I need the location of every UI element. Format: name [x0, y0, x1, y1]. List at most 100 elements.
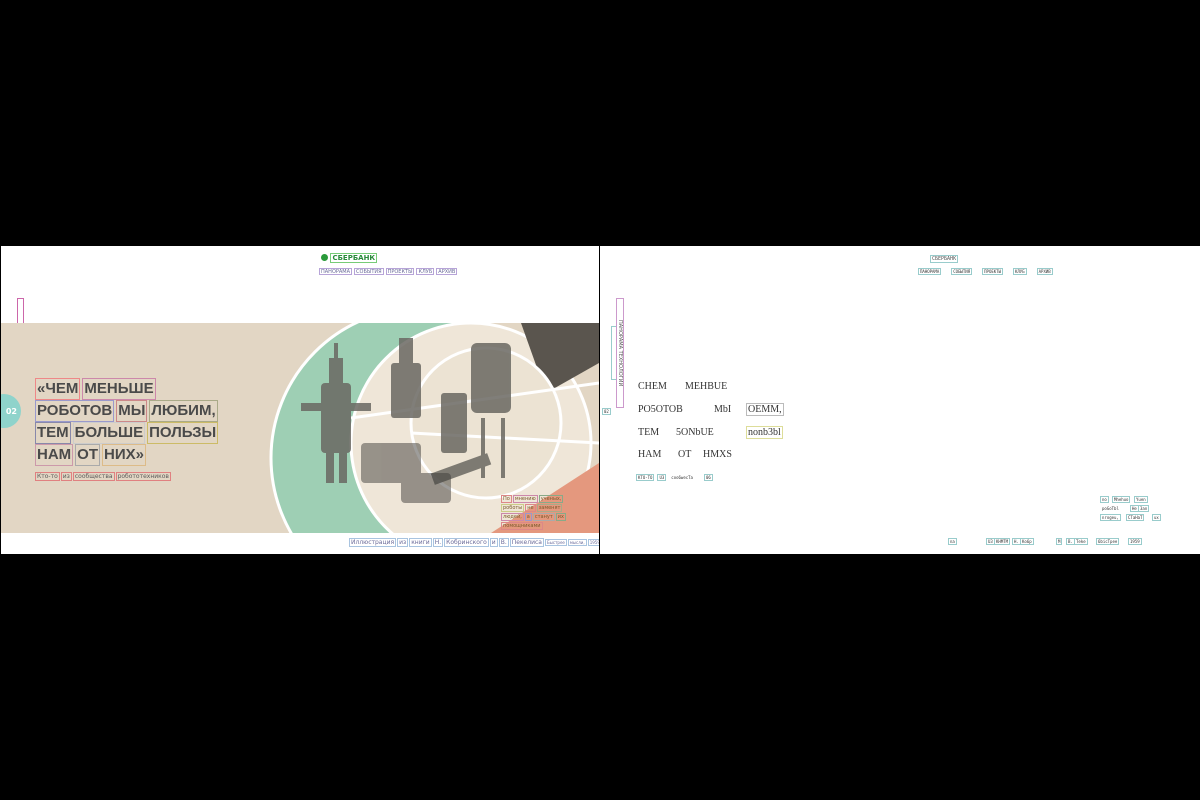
headline-word: МЫ [116, 400, 148, 422]
footer-word: 6bicTpee [1096, 538, 1120, 545]
nav-link[interactable]: СОБЫТИЯ [951, 268, 973, 275]
footer-word: и [489, 538, 498, 547]
nav-link[interactable]: КЛУБ [416, 268, 435, 275]
footer: na U3 KHMTM H. Ko6p M B. Teke 6bicTpee 1… [948, 538, 1148, 546]
subtitle-word: coo6wecTa [669, 474, 695, 481]
caption-word: станут [532, 513, 555, 521]
caption-word: заменят [536, 504, 563, 512]
headline-word: MEHBUE [683, 380, 730, 393]
brand-name[interactable]: СБЕРБАНК [930, 255, 959, 263]
subtitle-word: U3 [657, 474, 667, 481]
subtitle-word: 06 [703, 474, 713, 481]
caption-word: CTaHaT [1126, 514, 1145, 521]
page-number: 02 [5, 406, 17, 416]
caption-word: По [501, 495, 512, 503]
footer-word: Teke [1074, 538, 1088, 545]
caption-word: роботы [501, 504, 525, 512]
right-page: СБЕРБАНК ПАНОРАМА СОБЫТИЯ ПРОЕКТЫ КЛУБ А… [600, 246, 1200, 554]
headline-word: OEMM, [746, 403, 784, 416]
nav-link[interactable]: СОБЫТИЯ [354, 268, 384, 275]
footer-caption: Иллюстрация из книги Н. Кобринского и В. Пекели… [349, 538, 599, 547]
footer-word: книги [409, 538, 432, 547]
caption-word: Yuen [1134, 496, 1148, 503]
subtitle-word: сообщества [72, 472, 115, 481]
footer-word: Пекелиса [509, 538, 544, 547]
headline-word: TEM [636, 426, 662, 439]
caption-word: Mhehuo [1112, 496, 1131, 503]
headline-word: МЕНЬШЕ [82, 378, 156, 400]
caption-word: ux [1152, 514, 1161, 521]
headline-word: НАМ [35, 444, 74, 466]
footer-word: Ko6p [1020, 538, 1034, 545]
footer-word: 1959 [1128, 538, 1142, 545]
headline-word: РОБОТОВ [35, 400, 115, 422]
headline-line: ТЕМ БОЛЬШЕ ПОЛЬЗЫ [35, 422, 220, 444]
headline-word: «ЧЕМ [35, 378, 81, 400]
side-label: ПАНОРАМА ТЕХНОЛОГИИ [616, 298, 624, 408]
subtitle-word: Кто-то [35, 472, 60, 481]
caption: no Mhehuo Yuen poGoTbl He 3an nrogeu, CT… [1100, 496, 1170, 522]
brand-logo[interactable]: СБЕРБАНК [321, 253, 378, 263]
headline-word: PO5OTOB [636, 403, 685, 416]
headline-word: БОЛЬШЕ [72, 422, 146, 444]
top-nav: ПАНОРАМА СОБЫТИЯ ПРОЕКТЫ КЛУБ АРХИВ [918, 268, 1053, 275]
illustration-caption: По мнению ученых, роботы не заменят людей, а с… [501, 495, 567, 531]
headline-word: ОТ [75, 444, 101, 466]
footer-word: Кобринского [444, 538, 489, 547]
headline-word: MbI [712, 403, 734, 416]
headline-word: CHEM [636, 380, 669, 393]
subtitle: KTO-TO U3 coo6wecTa 06 [636, 474, 713, 481]
footer-word: Н. [432, 538, 444, 547]
headline-line: НАМ ОТ НИХ» [35, 444, 220, 466]
caption-word: людей, [501, 513, 524, 521]
illustration: «ЧЕМ МЕНЬШЕ РОБОТОВ МЫ ЛЮБИМ, ТЕМ БОЛЬШЕ ПОЛЬ… [1, 323, 599, 533]
caption-word: помощниками [501, 522, 543, 530]
caption-word: не [525, 504, 536, 512]
footer-word: Иллюстрация [349, 538, 397, 547]
nav-link[interactable]: ПРОЕКТЫ [982, 268, 1003, 275]
subtitle-word: робототехников [115, 472, 171, 481]
headline-word: ЛЮБИМ, [149, 400, 218, 422]
footer-word: мысли, [567, 539, 587, 546]
headline-word: НИХ» [102, 444, 146, 466]
headline-word: HMXS [701, 448, 734, 461]
headline-word: OT [676, 448, 694, 461]
headline-word: ТЕМ [35, 422, 71, 444]
nav-link[interactable]: АРХИВ [1036, 268, 1053, 275]
headline-word: HAM [636, 448, 664, 461]
caption-word: их [555, 513, 566, 521]
caption-word: no [1100, 496, 1109, 503]
top-nav: ПАНОРАМА СОБЫТИЯ ПРОЕКТЫ КЛУБ АРХИВ [319, 268, 458, 275]
page-number: 02 [602, 408, 611, 415]
nav-link[interactable]: КЛУБ [1012, 268, 1027, 275]
subtitle-word: из [60, 472, 72, 481]
headline-word: ПОЛЬЗЫ [147, 422, 219, 444]
subtitle: Кто-то из сообщества робототехников [35, 472, 220, 481]
headline-word: nonb3bl [746, 426, 783, 439]
left-page: СБЕРБАНК ПАНОРАМА СОБЫТИЯ ПРОЕКТЫ КЛУБ А… [1, 246, 599, 554]
headline-line: «ЧЕМ МЕНЬШЕ [35, 378, 220, 400]
caption-word: nrogeu, [1100, 514, 1121, 521]
sber-leaf-icon [321, 254, 328, 261]
nav-link[interactable]: ПРОЕКТЫ [385, 268, 415, 275]
nav-link[interactable]: АРХИВ [436, 268, 458, 275]
footer-word: Быстрее [544, 539, 567, 546]
subtitle-word: KTO-TO [636, 474, 655, 481]
brand-name: СБЕРБАНК [330, 253, 378, 263]
nav-link[interactable]: ПАНОРАМА [918, 268, 942, 275]
headline: «ЧЕМ МЕНЬШЕ РОБОТОВ МЫ ЛЮБИМ, ТЕМ БОЛЬШЕ ПОЛЬ… [35, 378, 220, 481]
headline-word: 5ONbUE [674, 426, 716, 439]
footer-word: M [1056, 538, 1063, 545]
headline-line: РОБОТОВ МЫ ЛЮБИМ, [35, 400, 220, 422]
caption-word: а [524, 513, 532, 521]
footer-word: из [397, 538, 409, 547]
footer-word: KHMTM [994, 538, 1011, 545]
caption-word: ученых, [538, 495, 564, 503]
caption-word: 3an [1138, 505, 1150, 512]
nav-link[interactable]: ПАНОРАМА [319, 268, 353, 275]
footer-word: na [948, 538, 957, 545]
headline: CHEM MEHBUE PO5OTOB MbI OEMM, TEM 5ONbUE… [636, 380, 816, 461]
footer-word: 1959 [587, 539, 599, 546]
caption-word: poGoTbl [1100, 505, 1121, 512]
caption-word: мнению [512, 495, 538, 503]
